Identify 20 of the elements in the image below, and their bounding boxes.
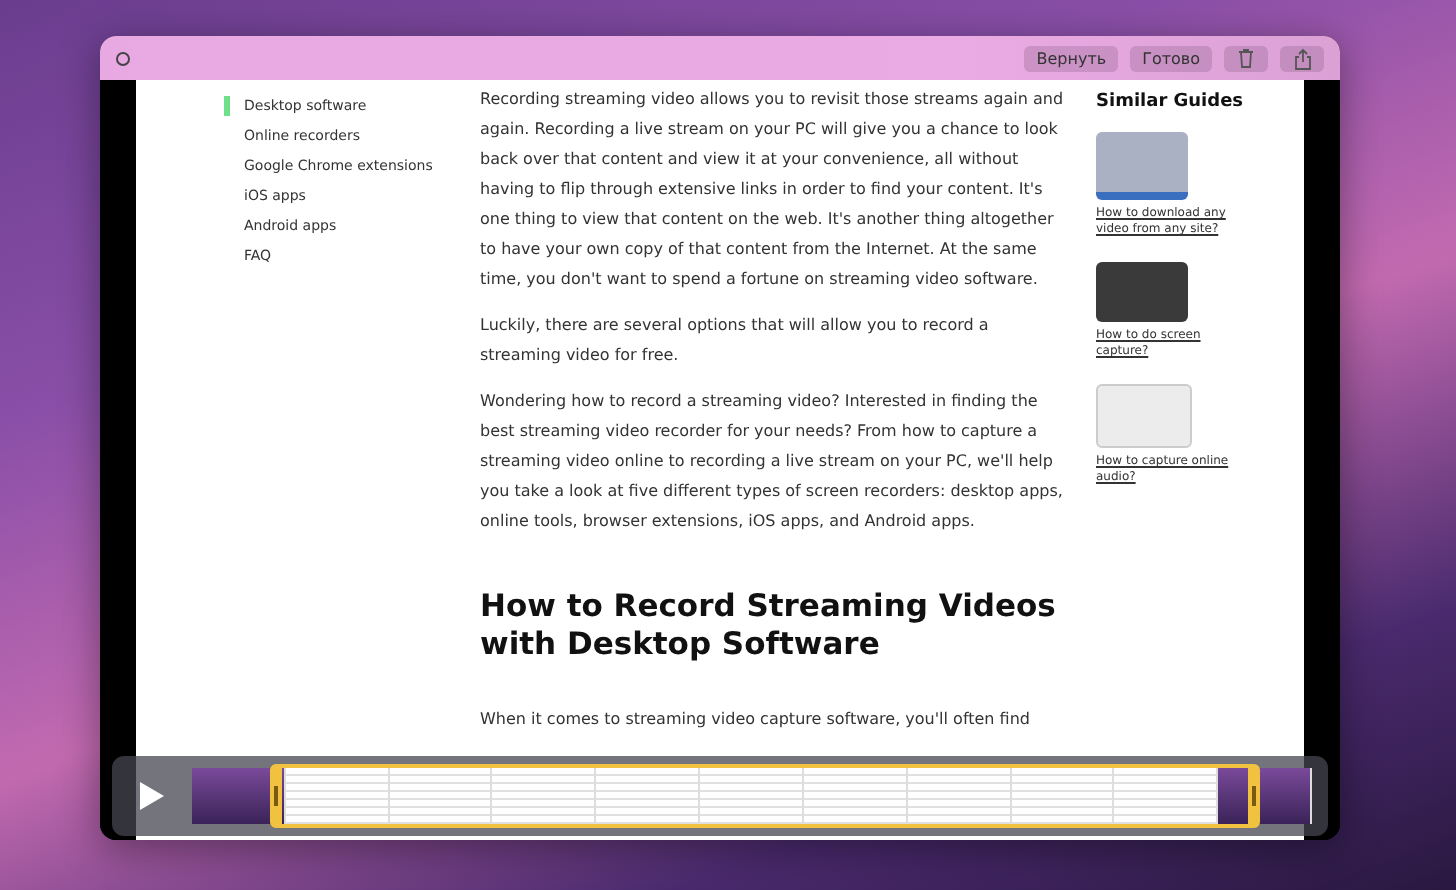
photo-placeholder: [1096, 384, 1192, 448]
article-paragraph: When it comes to streaming video capture software, you'll often find: [480, 708, 1032, 732]
share-icon: [1293, 47, 1311, 69]
trim-selection[interactable]: [270, 764, 1260, 828]
trash-button[interactable]: [1224, 45, 1268, 71]
toolbar-button[interactable]: Вернуть: [1024, 45, 1119, 71]
play-icon: [138, 780, 166, 812]
article-paragraph: Recording streaming video allows you to revisit those streams again and again. Recording a live stream on your PC will give you a chance to look back over that content and view it at your convenience, all without having to flip through extensive links in order to find your content. It's one thing to view that content on the web. It's another thing altogether to have your own copy of that content from the Internet. At the same time, you don't want to spend a fortune on streaming video software.: [480, 88, 1066, 292]
article-paragraph: Luckily, there are several options that will allow you to record a streaming video for free.: [480, 314, 991, 368]
toolbar-button[interactable]: Готово: [1130, 45, 1212, 71]
sidebar-heading: Similar Guides: [1096, 92, 1246, 112]
trim-handle[interactable]: [274, 786, 278, 806]
photo-placeholder: [1096, 262, 1188, 322]
close-icon[interactable]: [116, 51, 130, 65]
trim-handle[interactable]: [1252, 786, 1256, 806]
photo-placeholder: [1096, 132, 1188, 200]
article-paragraph: Wondering how to record a streaming video? Interested in finding the best streaming video recorder for your needs? From how to capture a streaming video online to recording a live stream on your PC, we'll help you take a look at five different types of screen recorders: desktop apps, online tools, browser extensions, iOS apps, and Android apps.: [480, 390, 1065, 534]
share-button[interactable]: [1280, 45, 1324, 71]
section-heading: How to Record Streaming Videos with Desktop Software: [480, 588, 1058, 664]
trash-icon: [1238, 48, 1254, 68]
